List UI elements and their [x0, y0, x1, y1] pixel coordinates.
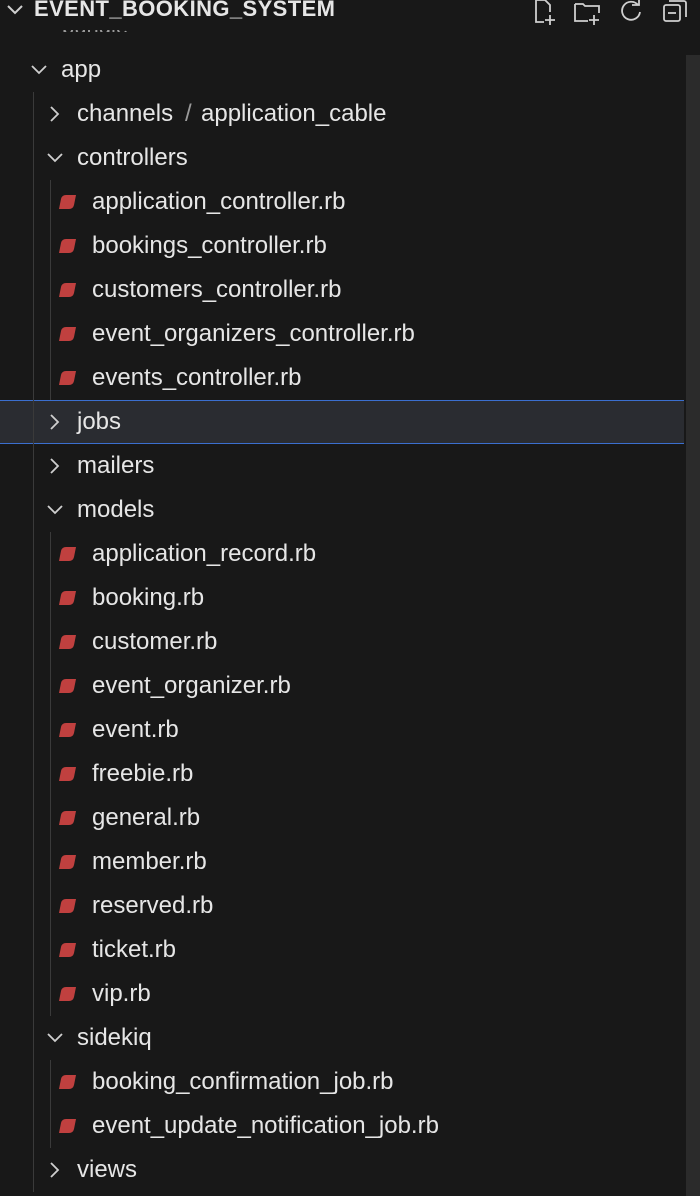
- file-label: freebie.rb: [92, 760, 194, 787]
- file-label: vip.rb: [92, 980, 151, 1007]
- file-label: event_organizers_controller.rb: [92, 320, 415, 347]
- path-separator: /: [185, 100, 192, 127]
- file-explorer: bundle appchannels/application_cablecont…: [0, 0, 700, 1196]
- ruby-file-icon: [59, 767, 76, 781]
- folder-controllers[interactable]: controllers: [0, 136, 684, 180]
- file-reserved-rb[interactable]: reserved.rb: [0, 884, 684, 928]
- new-file-button[interactable]: [526, 0, 560, 28]
- folder-sidekiq[interactable]: sidekiq: [0, 1016, 684, 1060]
- file-label: event.rb: [92, 716, 179, 743]
- folder-channels[interactable]: channels / application_cable: [0, 92, 684, 136]
- ruby-file-icon: [59, 195, 76, 209]
- indent-guide: [50, 180, 51, 400]
- chevron-down-icon[interactable]: [30, 61, 48, 79]
- folder-jobs[interactable]: jobs: [0, 400, 684, 444]
- ruby-file-icon: [59, 591, 76, 605]
- chevron-right-icon[interactable]: [46, 457, 64, 475]
- new-file-icon: [535, 0, 555, 25]
- file-application-record-rb[interactable]: application_record.rb: [0, 532, 684, 576]
- scrollbar[interactable]: [686, 55, 700, 1196]
- new-folder-icon: [574, 3, 600, 25]
- ruby-file-icon: [59, 899, 76, 913]
- folder-label: mailers: [77, 452, 155, 479]
- file-label: application_record.rb: [92, 540, 317, 567]
- file-event-update-notification-job-rb[interactable]: event_update_notification_job.rb: [0, 1104, 684, 1148]
- indent-guide: [50, 532, 51, 1016]
- file-event-organizers-controller-rb[interactable]: event_organizers_controller.rb: [0, 312, 684, 356]
- ruby-file-icon: [59, 679, 76, 693]
- folder-label: models: [77, 496, 155, 523]
- ruby-file-icon: [59, 371, 76, 385]
- file-customer-rb[interactable]: customer.rb: [0, 620, 684, 664]
- file-ticket-rb[interactable]: ticket.rb: [0, 928, 684, 972]
- file-booking-confirmation-job-rb[interactable]: booking_confirmation_job.rb: [0, 1060, 684, 1104]
- file-label: general.rb: [92, 804, 201, 831]
- ruby-file-icon: [59, 811, 76, 825]
- file-label: event_update_notification_job.rb: [92, 1112, 439, 1139]
- folder-mailers[interactable]: mailers: [0, 444, 684, 488]
- file-event-organizer-rb[interactable]: event_organizer.rb: [0, 664, 684, 708]
- ruby-file-icon: [59, 239, 76, 253]
- file-label: booking.rb: [92, 584, 205, 611]
- ruby-file-icon: [59, 943, 76, 957]
- file-label: customers_controller.rb: [92, 276, 342, 303]
- file-label: application_controller.rb: [92, 188, 346, 215]
- ruby-file-icon: [59, 987, 76, 1001]
- folder-models[interactable]: models: [0, 488, 684, 532]
- file-event-rb[interactable]: event.rb: [0, 708, 684, 752]
- folder-label: sidekiq: [77, 1024, 152, 1051]
- file-freebie-rb[interactable]: freebie.rb: [0, 752, 684, 796]
- chevron-down-icon[interactable]: [46, 501, 64, 519]
- chevron-down-icon[interactable]: [4, 0, 26, 22]
- file-label: member.rb: [92, 848, 207, 875]
- indent-guide: [33, 92, 34, 1192]
- ruby-file-icon: [59, 1119, 76, 1133]
- scrollbar-thumb[interactable]: [686, 55, 700, 1196]
- chevron-down-icon[interactable]: [46, 1029, 64, 1047]
- new-folder-button[interactable]: [570, 0, 604, 28]
- folder-views[interactable]: views: [0, 1148, 684, 1192]
- folder-label-compact[interactable]: application_cable: [201, 100, 386, 128]
- ruby-file-icon: [59, 327, 76, 341]
- folder-label: app: [61, 56, 102, 83]
- file-events-controller-rb[interactable]: events_controller.rb: [0, 356, 684, 400]
- chevron-right-icon[interactable]: [46, 105, 64, 123]
- file-application-controller-rb[interactable]: application_controller.rb: [0, 180, 684, 224]
- ruby-file-icon: [59, 283, 76, 297]
- ruby-file-icon: [59, 1075, 76, 1089]
- file-label: event_organizer.rb: [92, 672, 291, 699]
- file-label: ticket.rb: [92, 936, 177, 963]
- chevron-right-icon[interactable]: [46, 413, 64, 431]
- file-label: reserved.rb: [92, 892, 214, 919]
- ruby-file-icon: [59, 855, 76, 869]
- collapse-all-button[interactable]: [658, 0, 692, 28]
- file-vip-rb[interactable]: vip.rb: [0, 972, 684, 1016]
- refresh-icon: [621, 0, 641, 21]
- chevron-down-icon[interactable]: [46, 149, 64, 167]
- file-label: events_controller.rb: [92, 364, 302, 391]
- folder-label: views: [77, 1156, 138, 1183]
- file-customers-controller-rb[interactable]: customers_controller.rb: [0, 268, 684, 312]
- folder-app[interactable]: app: [0, 48, 684, 92]
- chevron-right-icon[interactable]: [46, 1161, 64, 1179]
- project-title[interactable]: EVENT_BOOKING_SYSTEM: [34, 0, 335, 22]
- file-member-rb[interactable]: member.rb: [0, 840, 684, 884]
- file-general-rb[interactable]: general.rb: [0, 796, 684, 840]
- collapse-all-icon: [663, 0, 687, 22]
- ruby-file-icon: [59, 547, 76, 561]
- indent-guide: [50, 1060, 51, 1148]
- file-label: customer.rb: [92, 628, 218, 655]
- ruby-file-icon: [59, 635, 76, 649]
- file-label: booking_confirmation_job.rb: [92, 1068, 394, 1095]
- file-bookings-controller-rb[interactable]: bookings_controller.rb: [0, 224, 684, 268]
- explorer-actions: [526, 0, 692, 28]
- file-booking-rb[interactable]: booking.rb: [0, 576, 684, 620]
- ruby-file-icon: [59, 723, 76, 737]
- folder-label: controllers: [77, 144, 188, 171]
- refresh-button[interactable]: [614, 0, 648, 28]
- folder-label: channels: [77, 100, 174, 127]
- folder-label: jobs: [77, 408, 122, 435]
- file-label: bookings_controller.rb: [92, 232, 327, 259]
- explorer-header: EVENT_BOOKING_SYSTEM: [0, 0, 700, 30]
